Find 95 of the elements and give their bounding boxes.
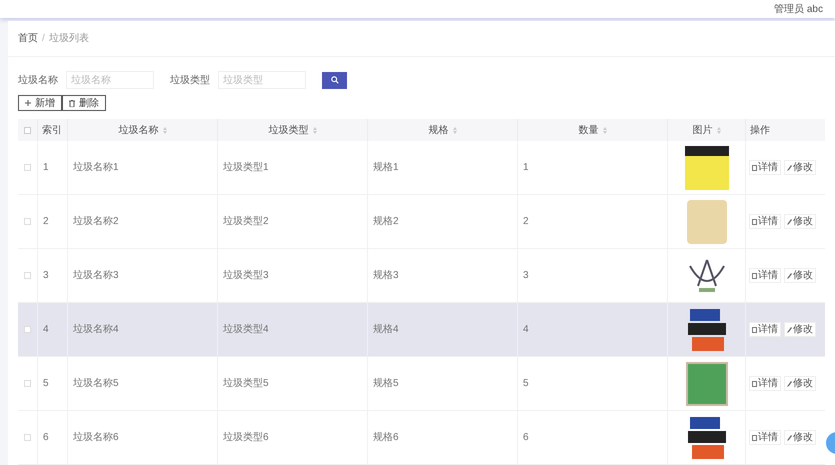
details-button[interactable]: 详情 — [749, 214, 781, 229]
sort-icon[interactable] — [716, 126, 720, 134]
sort-icon[interactable] — [162, 126, 166, 134]
document-icon — [752, 164, 757, 170]
table-cell-text: 垃圾名称3 — [73, 268, 119, 283]
document-icon — [752, 434, 757, 440]
document-icon — [752, 326, 757, 332]
checkbox[interactable] — [24, 380, 31, 387]
table-cell-text: 规格2 — [373, 214, 399, 229]
table-cell-text: 垃圾名称5 — [73, 376, 119, 391]
breadcrumb-separator: / — [42, 32, 45, 46]
details-button[interactable]: 详情 — [749, 430, 781, 445]
table-cell-text: 垃圾名称1 — [73, 160, 119, 175]
column-header[interactable]: 垃圾类型 — [268, 122, 308, 138]
table-cell-text: 垃圾类型5 — [223, 376, 269, 391]
table-cell-text: 4 — [523, 323, 529, 337]
details-button[interactable]: 详情 — [749, 160, 781, 175]
checkbox[interactable] — [24, 164, 31, 171]
sort-icon[interactable] — [602, 126, 606, 134]
table-cell-text: 垃圾名称6 — [73, 430, 119, 445]
checkbox[interactable] — [24, 126, 31, 134]
column-header: 操作 — [750, 124, 770, 138]
delete-button[interactable]: 删除 — [62, 95, 106, 111]
table-row[interactable]: 2 垃圾名称2 垃圾类型2 规格2 2 详情 修改 — [18, 195, 825, 249]
pencil-icon — [787, 434, 792, 440]
column-header[interactable]: 图片 — [692, 122, 712, 138]
field-label: 垃圾名称 — [18, 74, 58, 88]
edit-button[interactable]: 修改 — [784, 268, 816, 283]
pencil-icon — [787, 164, 792, 170]
add-button[interactable]: 新增 — [18, 95, 62, 111]
details-button[interactable]: 详情 — [749, 376, 781, 391]
table-cell-text: 3 — [523, 269, 529, 283]
document-icon — [752, 380, 757, 386]
sort-icon[interactable] — [452, 126, 456, 134]
edit-button[interactable]: 修改 — [784, 322, 816, 337]
column-header: 索引 — [42, 124, 62, 138]
pencil-icon — [787, 272, 792, 278]
table-row[interactable]: 1 垃圾名称1 垃圾类型1 规格1 1 详情 修改 — [18, 141, 825, 195]
document-icon — [752, 272, 757, 278]
table-cell-text: 垃圾名称4 — [73, 322, 119, 337]
column-header[interactable]: 规格 — [428, 122, 448, 138]
table-cell-text: 垃圾类型4 — [223, 322, 269, 337]
details-button[interactable]: 详情 — [749, 322, 781, 337]
field-label: 垃圾类型 — [170, 74, 210, 88]
breadcrumb-item[interactable]: 首页 — [18, 31, 38, 46]
document-icon — [752, 218, 757, 224]
table-cell-text: 规格4 — [373, 322, 399, 337]
edit-button[interactable]: 修改 — [784, 376, 816, 391]
details-button[interactable]: 详情 — [749, 268, 781, 283]
table-cell-text: 垃圾类型2 — [223, 214, 269, 229]
trash-icon — [69, 100, 75, 106]
table-cell-text: 垃圾类型3 — [223, 268, 269, 283]
table-cell-text: 6 — [43, 431, 49, 445]
photo-placeholder — [686, 200, 726, 244]
table-cell-text: 1 — [523, 161, 529, 175]
column-header[interactable]: 数量 — [578, 122, 598, 138]
checkbox[interactable] — [24, 272, 31, 279]
table-row[interactable]: 5 垃圾名称5 垃圾类型5 规格5 5 详情 修改 — [18, 357, 825, 411]
table-cell-text: 5 — [523, 377, 529, 391]
plus-icon — [25, 100, 31, 106]
table-cell-text: 规格6 — [373, 430, 399, 445]
edit-button[interactable]: 修改 — [784, 160, 816, 175]
table-cell-text: 5 — [43, 377, 49, 391]
table-cell-text: 4 — [43, 323, 49, 337]
search-button[interactable] — [322, 72, 347, 88]
pencil-icon — [787, 326, 792, 332]
table-cell-text: 规格3 — [373, 268, 399, 283]
checkbox[interactable] — [24, 218, 31, 225]
checkbox[interactable] — [24, 434, 31, 441]
checkbox[interactable] — [24, 326, 31, 333]
table-cell-text: 2 — [523, 215, 529, 229]
photo-placeholder — [684, 146, 728, 190]
pencil-icon — [787, 380, 792, 386]
table-cell-text: 垃圾类型1 — [223, 160, 269, 175]
table-cell-text: 3 — [43, 269, 49, 283]
pencil-icon — [787, 218, 792, 224]
search-field[interactable]: 垃圾名称 — [66, 71, 154, 89]
photo-placeholder — [686, 362, 728, 406]
search-icon — [330, 76, 338, 84]
search-field[interactable]: 垃圾类型 — [218, 71, 306, 89]
table-cell-text: 垃圾类型6 — [223, 430, 269, 445]
edit-button[interactable]: 修改 — [784, 430, 816, 445]
table-row[interactable]: 4 垃圾名称4 垃圾类型4 规格4 4 详情 修改 — [18, 303, 825, 357]
sort-icon[interactable] — [312, 126, 316, 134]
table-cell-text: 1 — [43, 161, 49, 175]
user-name[interactable]: 管理员 abc — [774, 2, 823, 16]
table-cell-text: 规格5 — [373, 376, 399, 391]
table-row[interactable]: 3 垃圾名称3 垃圾类型3 规格3 3 详情 修改 — [18, 249, 825, 303]
table-cell-text: 垃圾名称2 — [73, 214, 119, 229]
column-header[interactable]: 垃圾名称 — [118, 122, 158, 138]
table-cell-text: 规格1 — [373, 160, 399, 175]
table-cell-text: 2 — [43, 215, 49, 229]
edit-button[interactable]: 修改 — [784, 214, 816, 229]
table-row[interactable]: 6 垃圾名称6 垃圾类型6 规格6 6 详情 修改 — [18, 411, 825, 465]
table-cell-text: 6 — [523, 431, 529, 445]
